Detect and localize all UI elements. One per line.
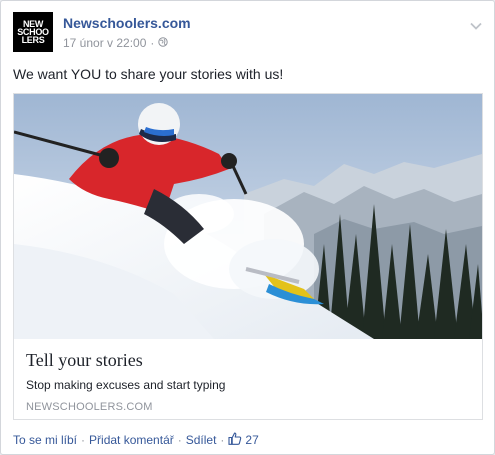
card-title[interactable]: Tell your stories — [26, 350, 143, 371]
facebook-post: NEW SCHOO LERS Newschoolers.com 17 únor … — [0, 0, 495, 455]
link-preview-card[interactable]: Tell your stories Stop making excuses an… — [13, 93, 483, 420]
like-count-value: 27 — [245, 433, 259, 447]
page-name-link[interactable]: Newschoolers.com — [63, 15, 191, 31]
card-domain: NEWSCHOOLERS.COM — [26, 401, 153, 413]
action-separator: · — [81, 433, 86, 447]
thumbs-up-icon — [228, 432, 242, 448]
chevron-down-icon[interactable] — [470, 17, 482, 30]
post-text: We want YOU to share your stories with u… — [13, 66, 284, 82]
like-link[interactable]: To se mi líbí — [13, 433, 77, 447]
avatar-line-3: LERS — [21, 35, 45, 45]
meta-separator: · — [150, 36, 155, 50]
comment-link[interactable]: Přidat komentář — [89, 433, 174, 447]
post-actions: To se mi líbí · Přidat komentář · Sdílet… — [13, 432, 259, 448]
action-separator: · — [177, 433, 182, 447]
post-timestamp[interactable]: 17 únor v 22:00 — [63, 36, 146, 50]
post-meta: 17 únor v 22:00 · — [63, 36, 169, 50]
action-separator: · — [220, 433, 225, 447]
like-count[interactable]: 27 — [228, 432, 259, 448]
share-link[interactable]: Sdílet — [186, 433, 217, 447]
globe-icon — [158, 36, 169, 50]
page-avatar[interactable]: NEW SCHOO LERS — [13, 12, 53, 52]
card-image-skier[interactable] — [14, 94, 482, 339]
card-description: Stop making excuses and start typing — [26, 378, 226, 392]
